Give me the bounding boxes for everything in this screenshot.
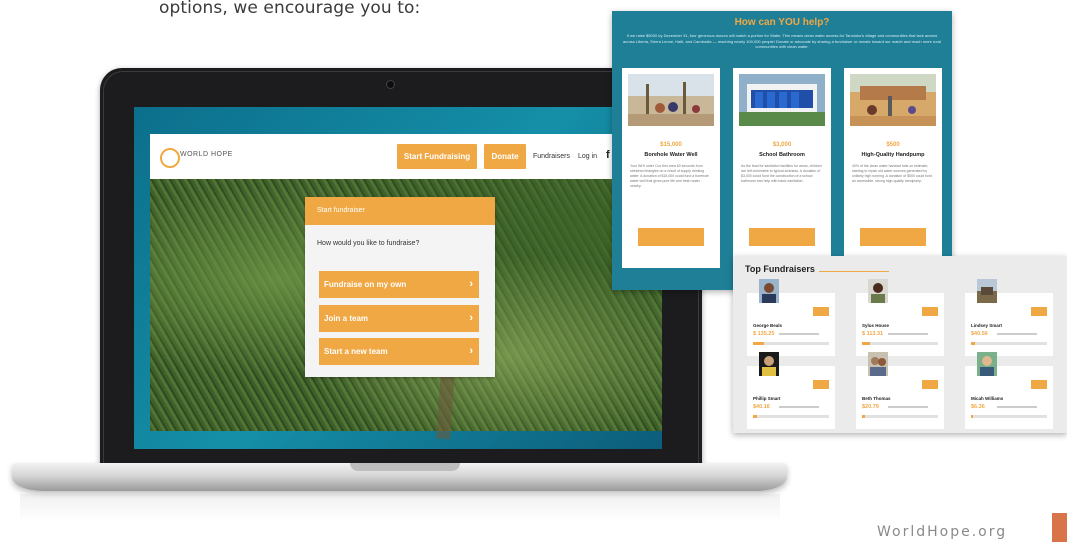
avatar <box>977 352 997 376</box>
fundraiser-amount: $6.36 <box>971 404 985 410</box>
fundraise-card: Start fundraiser How would you like to f… <box>305 197 495 377</box>
help-donate-button[interactable] <box>860 228 926 246</box>
help-panel: How can YOU help? If we raise $5000 by D… <box>612 11 952 290</box>
option-label: Fundraise on my own <box>324 280 407 289</box>
fundraisers-title: Top Fundraisers <box>745 264 815 274</box>
help-title: How can YOU help? <box>734 17 830 28</box>
logo-text: WORLD HOPE <box>180 151 233 158</box>
progress-bar <box>862 342 938 345</box>
give-button[interactable] <box>922 380 938 389</box>
donate-button[interactable]: Donate <box>484 144 526 169</box>
option-label: Start a new team <box>324 347 388 356</box>
start-team-button[interactable]: Start a new team › <box>319 338 479 365</box>
help-blurb: If we raise $5000 by December 31, four g… <box>623 33 941 49</box>
avatar <box>759 279 779 303</box>
progress-fill <box>862 342 870 345</box>
fundraiser-card[interactable]: Sylus House $ 113.31 <box>856 279 944 356</box>
help-project-name: High-Quality Handpump <box>861 152 925 158</box>
avatar <box>868 279 888 303</box>
card-question: How would you like to fundraise? <box>317 240 420 247</box>
goal-text <box>997 406 1037 408</box>
fundraiser-amount: $40.16 <box>753 404 770 410</box>
help-project-name: Borehole Water Well <box>644 152 698 158</box>
help-amount: $15,000 <box>660 142 682 148</box>
fundraiser-name: Beth Thomas <box>862 396 891 401</box>
well-photo <box>628 74 714 126</box>
footer-accent-tab <box>1052 513 1067 542</box>
progress-fill <box>971 342 975 345</box>
chevron-right-icon: › <box>469 345 473 357</box>
top-fundraisers-panel: Top Fundraisers George Beals $ 135.25 Sy… <box>733 256 1067 433</box>
help-donate-button[interactable] <box>638 228 704 246</box>
bathroom-photo <box>739 74 825 126</box>
help-project-name: School Bathroom <box>759 152 805 158</box>
fundraiser-card[interactable]: Phillip Smart $40.16 <box>747 352 835 429</box>
fundraiser-amount: $20.79 <box>862 404 879 410</box>
progress-fill <box>753 415 757 418</box>
facebook-icon[interactable]: f <box>606 149 610 161</box>
progress-bar <box>862 415 938 418</box>
join-team-button[interactable]: Join a team › <box>319 305 479 332</box>
card-heading: Start fundraiser <box>305 197 495 225</box>
goal-text <box>997 333 1037 335</box>
fundraiser-name: Sylus House <box>862 323 890 328</box>
logo-icon[interactable] <box>160 148 180 168</box>
give-button[interactable] <box>1031 380 1047 389</box>
progress-bar <box>971 342 1047 345</box>
give-button[interactable] <box>813 380 829 389</box>
nav-login-link[interactable]: Log in <box>578 153 597 160</box>
fundraiser-amount: $ 135.25 <box>753 331 775 337</box>
progress-fill <box>971 415 973 418</box>
goal-text <box>779 406 819 408</box>
progress-bar <box>753 415 829 418</box>
fundraiser-card[interactable]: Lindsey Smart $40.56 <box>965 279 1053 356</box>
camera-icon <box>386 80 395 89</box>
fundraiser-card[interactable]: Micah Williams $6.36 <box>965 352 1053 429</box>
avatar <box>977 279 997 303</box>
progress-fill <box>862 415 866 418</box>
help-description: Your WHI order Cox thin area 60 seconds … <box>630 164 709 188</box>
goal-text <box>888 406 928 408</box>
fundraiser-name: Phillip Smart <box>753 396 781 401</box>
give-button[interactable] <box>813 307 829 316</box>
fundraiser-card[interactable]: Beth Thomas $20.79 <box>856 352 944 429</box>
help-description: 40% of the clean water handset fails on … <box>852 164 932 183</box>
fundraiser-card[interactable]: George Beals $ 135.25 <box>747 279 835 356</box>
title-underline <box>819 271 889 272</box>
handpump-photo <box>850 74 936 126</box>
fundraiser-name: Lindsey Smart <box>971 323 1003 328</box>
help-description: As the lead for sanitation facilities fo… <box>741 164 822 183</box>
start-fundraising-button[interactable]: Start Fundraising <box>397 144 477 169</box>
chevron-right-icon: › <box>469 312 473 324</box>
laptop-notch <box>350 463 460 471</box>
help-card-handpump: $500 High-Quality Handpump 40% of the cl… <box>844 68 942 268</box>
help-donate-button[interactable] <box>749 228 815 246</box>
avatar <box>759 352 779 376</box>
site-header: WORLD HOPE Start Fundraising Donate Fund… <box>150 134 662 179</box>
goal-text <box>779 333 819 335</box>
progress-bar <box>971 415 1047 418</box>
give-button[interactable] <box>1031 307 1047 316</box>
help-amount: $500 <box>886 142 900 148</box>
fundraiser-amount: $40.56 <box>971 331 988 337</box>
goal-text <box>888 333 928 335</box>
footer-url[interactable]: WorldHope.org <box>877 524 1007 540</box>
laptop-reflection <box>20 494 780 522</box>
give-button[interactable] <box>922 307 938 316</box>
nav-fundraisers-link[interactable]: Fundraisers <box>533 153 570 160</box>
avatar <box>868 352 888 376</box>
fundraiser-amount: $ 113.31 <box>862 331 884 337</box>
help-amount: $3,000 <box>772 142 792 148</box>
progress-fill <box>753 342 765 345</box>
progress-bar <box>753 342 829 345</box>
laptop-base <box>12 463 787 491</box>
chevron-right-icon: › <box>469 278 473 290</box>
help-card-well: $15,000 Borehole Water Well Your WHI ord… <box>622 68 720 268</box>
fundraiser-name: Micah Williams <box>971 396 1004 401</box>
option-label: Join a team <box>324 314 369 323</box>
fundraise-own-button[interactable]: Fundraise on my own › <box>319 271 479 298</box>
intro-text: options, we encourage you to: <box>159 0 421 18</box>
fundraiser-name: George Beals <box>753 323 783 328</box>
help-card-bathroom: $3,000 School Bathroom As the lead for s… <box>733 68 831 268</box>
